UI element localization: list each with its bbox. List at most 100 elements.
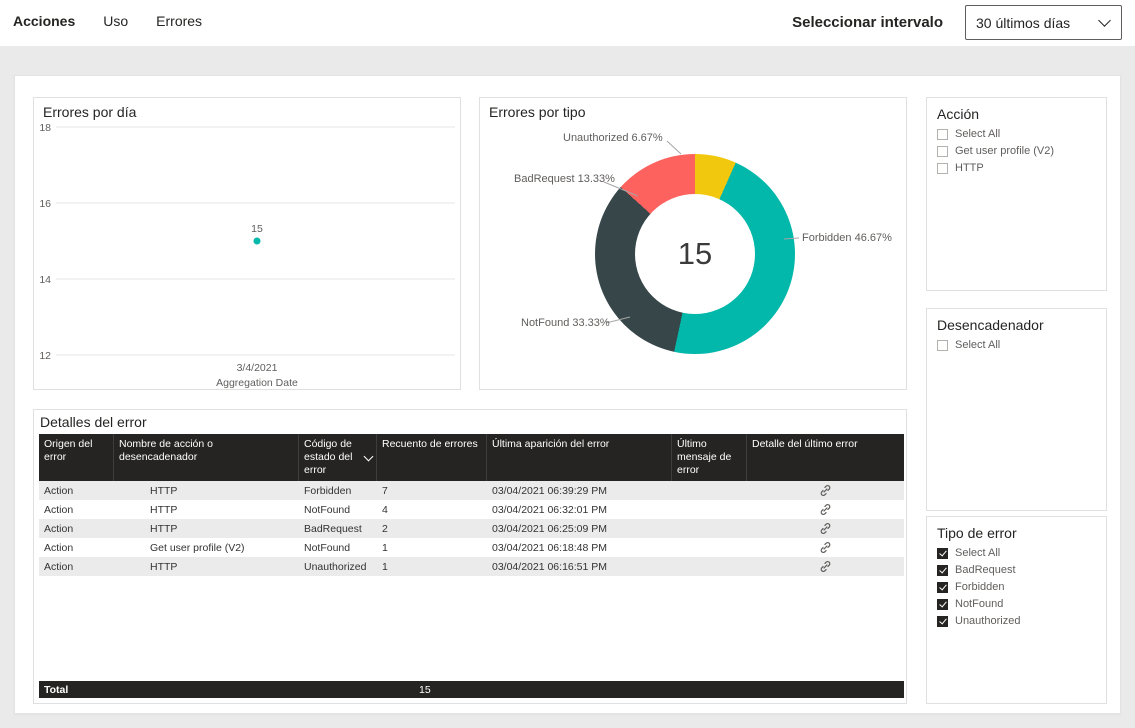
column-header-last-occurrence[interactable]: Última aparición del error — [487, 434, 672, 481]
errors-by-day-chart: 18 16 14 12 15 3/4/2021 Aggregation Date — [39, 122, 455, 389]
interval-selected-value: 30 últimos días — [976, 14, 1071, 31]
column-header-label: Último mensaje de error — [677, 438, 732, 476]
errors-by-type-donut[interactable]: 15 — [595, 154, 795, 354]
column-header-label: Última aparición del error — [492, 438, 610, 450]
cell-origin: Action — [44, 522, 74, 535]
trigger-slicer-title: Desencadenador — [937, 317, 1044, 333]
slicer-item-http[interactable]: HTTP — [937, 162, 1096, 174]
slicer-item-label: Select All — [955, 547, 1001, 559]
cell-name: HTTP — [150, 503, 178, 516]
error-detail-link-icon[interactable] — [819, 522, 832, 535]
cell-origin: Action — [44, 503, 74, 516]
slicer-item-notfound[interactable]: NotFound — [937, 598, 1096, 610]
slicer-item-badrequest[interactable]: BadRequest — [937, 564, 1096, 576]
trigger-slicer-panel: Desencadenador Select All — [926, 308, 1107, 511]
tab-errores[interactable]: Errores — [156, 13, 202, 29]
error-detail-link-icon[interactable] — [819, 484, 832, 497]
checkbox-checked-icon[interactable] — [937, 581, 948, 593]
slicer-item-label: Get user profile (V2) — [955, 145, 1055, 157]
error-detail-link-icon[interactable] — [819, 560, 832, 573]
table-row: Action HTTP BadRequest 2 03/04/2021 06:2… — [39, 519, 904, 538]
cell-last-seen: 03/04/2021 06:39:29 PM — [492, 484, 608, 497]
action-slicer-title: Acción — [937, 106, 980, 122]
slicer-item-label: Unauthorized — [955, 615, 1021, 627]
tab-acciones[interactable]: Acciones — [13, 13, 75, 29]
slicer-item-unauthorized[interactable]: Unauthorized — [937, 615, 1096, 627]
column-header-last-message[interactable]: Último mensaje de error — [672, 434, 747, 481]
column-header-last-detail[interactable]: Detalle del último error — [747, 434, 904, 481]
tab-uso[interactable]: Uso — [103, 13, 128, 29]
slicer-item-forbidden[interactable]: Forbidden — [937, 581, 1096, 593]
cell-origin: Action — [44, 560, 74, 573]
error-details-panel: Detalles del error Origen del error Nomb… — [33, 409, 907, 704]
slicer-item-label: Forbidden — [955, 581, 1005, 593]
slicer-item-label: BadRequest — [955, 564, 1016, 576]
y-tick: 18 — [39, 122, 51, 134]
column-header-status-code[interactable]: Código de estado del error — [299, 434, 377, 481]
column-header-label: Origen del error — [44, 438, 93, 463]
action-slicer-panel: Acción Select All Get user profile (V2) … — [926, 97, 1107, 291]
errors-by-day-panel: Errores por día 18 16 14 12 15 3/4/2021 — [33, 97, 461, 390]
cell-count: 1 — [382, 560, 388, 573]
column-header-count[interactable]: Recuento de errores — [377, 434, 487, 481]
checkbox-checked-icon[interactable] — [937, 598, 948, 610]
sort-chevron-icon — [363, 451, 374, 462]
data-point[interactable] — [253, 237, 261, 245]
y-tick: 16 — [39, 198, 51, 210]
table-row: Action Get user profile (V2) NotFound 1 … — [39, 538, 904, 557]
dashboard-card: Errores por día 18 16 14 12 15 3/4/2021 — [14, 75, 1121, 714]
checkbox-unchecked-icon[interactable] — [937, 145, 948, 157]
checkbox-checked-icon[interactable] — [937, 615, 948, 627]
slicer-item-select-all[interactable]: Select All — [937, 128, 1096, 140]
slicer-item-select-all[interactable]: Select All — [937, 339, 1096, 351]
y-axis-ticks: 18 16 14 12 — [39, 122, 51, 362]
error-detail-link-icon[interactable] — [819, 503, 832, 516]
slicer-item-label: NotFound — [955, 598, 1004, 610]
column-header-origin[interactable]: Origen del error — [39, 434, 114, 481]
callout-badrequest: BadRequest 13.33% — [514, 173, 615, 185]
cell-last-seen: 03/04/2021 06:18:48 PM — [492, 541, 608, 554]
table-total-row: Total 15 — [39, 681, 904, 698]
cell-code: NotFound — [304, 541, 351, 554]
cell-name: HTTP — [150, 560, 178, 573]
slicer-item-label: Select All — [955, 339, 1001, 351]
y-tick: 12 — [39, 350, 51, 362]
slicer-item-select-all[interactable]: Select All — [937, 547, 1096, 559]
table-body: Action HTTP Forbidden 7 03/04/2021 06:39… — [39, 481, 904, 576]
column-header-name[interactable]: Nombre de acción o desencadenador — [114, 434, 299, 481]
column-header-label: Nombre de acción o desencadenador — [119, 438, 213, 463]
errors-by-type-title: Errores por tipo — [489, 104, 586, 120]
cell-code: Forbidden — [304, 484, 352, 497]
cell-count: 7 — [382, 484, 388, 497]
x-tick-label: 3/4/2021 — [237, 362, 278, 374]
checkbox-unchecked-icon[interactable] — [937, 162, 948, 174]
donut-hole: 15 — [635, 194, 755, 314]
cell-count: 2 — [382, 522, 388, 535]
donut-center-value: 15 — [677, 236, 713, 271]
slicer-item-get-user-profile[interactable]: Get user profile (V2) — [937, 145, 1096, 157]
cell-name: HTTP — [150, 522, 178, 535]
x-axis-title: Aggregation Date — [216, 377, 298, 389]
checkbox-unchecked-icon[interactable] — [937, 339, 948, 351]
cell-count: 4 — [382, 503, 388, 516]
error-type-slicer-title: Tipo de error — [937, 525, 1017, 541]
table-row: Action HTTP Forbidden 7 03/04/2021 06:39… — [39, 481, 904, 500]
cell-origin: Action — [44, 484, 74, 497]
table-row: Action HTTP NotFound 4 03/04/2021 06:32:… — [39, 500, 904, 519]
total-label: Total — [44, 683, 69, 696]
flow-analytics-page: Acciones Uso Errores Seleccionar interva… — [0, 0, 1135, 728]
chevron-down-icon — [1098, 14, 1111, 27]
checkbox-checked-icon[interactable] — [937, 547, 948, 559]
callout-notfound: NotFound 33.33% — [521, 317, 610, 329]
interval-label: Seleccionar intervalo — [792, 14, 943, 31]
checkbox-unchecked-icon[interactable] — [937, 128, 948, 140]
table-row: Action HTTP Unauthorized 1 03/04/2021 06… — [39, 557, 904, 576]
cell-code: NotFound — [304, 503, 351, 516]
checkbox-checked-icon[interactable] — [937, 564, 948, 576]
cell-name: HTTP — [150, 484, 178, 497]
topbar: Acciones Uso Errores Seleccionar interva… — [0, 0, 1135, 46]
error-detail-link-icon[interactable] — [819, 541, 832, 554]
column-header-label: Detalle del último error — [752, 438, 858, 450]
data-point-label: 15 — [251, 223, 263, 235]
interval-dropdown[interactable]: 30 últimos días — [965, 5, 1122, 40]
